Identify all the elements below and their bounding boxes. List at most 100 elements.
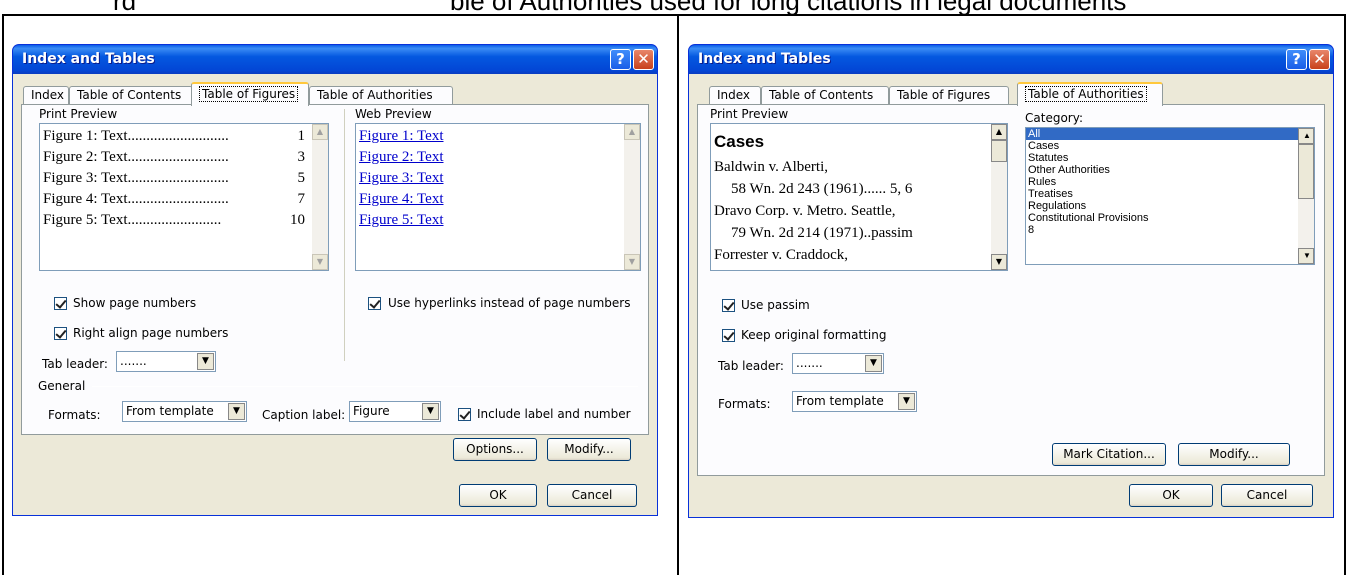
- use-passim-checkbox[interactable]: [722, 299, 735, 312]
- keep-formatting-checkbox[interactable]: [722, 329, 735, 342]
- close-button[interactable]: ✕: [1309, 49, 1330, 70]
- help-button[interactable]: ?: [1286, 49, 1307, 70]
- include-label-label: Include label and number: [477, 407, 631, 421]
- category-item[interactable]: Regulations: [1026, 200, 1314, 212]
- tab-leader-select[interactable]: ....... ▼: [116, 351, 216, 372]
- scroll-up-icon[interactable]: ▲: [624, 124, 640, 140]
- tab-table-of-figures[interactable]: Table of Figures: [889, 86, 1009, 105]
- category-list[interactable]: All Cases Statutes Other Authorities Rul…: [1025, 127, 1315, 265]
- cancel-button[interactable]: Cancel: [1221, 484, 1313, 507]
- tab-index[interactable]: Index: [23, 86, 69, 105]
- scrollbar[interactable]: ▲ ▼: [624, 124, 640, 270]
- general-divider: [92, 386, 638, 387]
- ok-button[interactable]: OK: [459, 484, 537, 507]
- scroll-down-icon[interactable]: ▼: [312, 254, 328, 270]
- tab-table-of-authorities[interactable]: Table of Authorities: [1017, 82, 1163, 106]
- citation-line: Baldwin v. Alberti,: [714, 159, 829, 175]
- modify-button[interactable]: Modify...: [1178, 443, 1290, 466]
- category-item[interactable]: Cases: [1026, 140, 1314, 152]
- category-label: Category:: [1025, 111, 1083, 125]
- formats-label: Formats:: [48, 408, 101, 422]
- category-item[interactable]: Other Authorities: [1026, 164, 1314, 176]
- web-preview-label: Web Preview: [355, 107, 432, 121]
- web-preview-link[interactable]: Figure 1: Text: [359, 128, 444, 144]
- scroll-down-icon[interactable]: ▼: [1298, 248, 1314, 264]
- tab-table-of-figures[interactable]: Table of Figures: [191, 82, 309, 106]
- chevron-down-icon[interactable]: ▼: [422, 403, 439, 420]
- scrollbar[interactable]: ▲ ▼: [312, 124, 328, 270]
- scroll-up-icon[interactable]: ▲: [991, 124, 1007, 140]
- print-preview-box: Cases Baldwin v. Alberti, 58 Wn. 2d 243 …: [710, 123, 1008, 271]
- citation-line: Forrester v. Craddock,: [714, 247, 848, 263]
- options-button[interactable]: Options...: [453, 438, 537, 461]
- scroll-thumb[interactable]: [1298, 144, 1314, 199]
- formats-select[interactable]: From template ▼: [792, 391, 917, 412]
- tab-panel: Print Preview Cases Baldwin v. Alberti, …: [697, 104, 1325, 476]
- print-preview-label: Print Preview: [39, 107, 118, 121]
- dialog-title: Index and Tables: [698, 51, 831, 67]
- mark-citation-button[interactable]: Mark Citation...: [1052, 443, 1166, 466]
- preview-row: Figure 1: Text..........................…: [43, 128, 305, 144]
- right-align-checkbox[interactable]: [54, 327, 67, 340]
- category-item[interactable]: Statutes: [1026, 152, 1314, 164]
- document-page: rd ble of Authorities used for long cita…: [0, 0, 1348, 575]
- scrollbar[interactable]: ▲ ▼: [1298, 128, 1314, 264]
- help-button[interactable]: ?: [610, 49, 631, 70]
- use-hyperlinks-checkbox[interactable]: [368, 297, 381, 310]
- category-item[interactable]: Constitutional Provisions: [1026, 212, 1314, 224]
- category-item[interactable]: Rules: [1026, 176, 1314, 188]
- right-align-label: Right align page numbers: [73, 326, 229, 340]
- chevron-down-icon[interactable]: ▼: [228, 403, 245, 420]
- preview-row: Figure 2: Text..........................…: [43, 149, 305, 165]
- tab-panel: Print Preview Figure 1: Text............…: [21, 104, 649, 435]
- tab-leader-label: Tab leader:: [718, 359, 784, 373]
- formats-select[interactable]: From template ▼: [122, 401, 247, 422]
- category-item[interactable]: All: [1026, 128, 1314, 140]
- chevron-down-icon[interactable]: ▼: [898, 393, 915, 410]
- title-bar[interactable]: Index and Tables ? ✕: [688, 44, 1334, 74]
- web-preview-list: Figure 1: Text Figure 2: Text Figure 3: …: [359, 126, 444, 231]
- cancel-button[interactable]: Cancel: [547, 484, 637, 507]
- web-preview-link[interactable]: Figure 5: Text: [359, 212, 444, 228]
- show-page-numbers-label: Show page numbers: [73, 296, 197, 310]
- scroll-down-icon[interactable]: ▼: [624, 254, 640, 270]
- preview-citations: Baldwin v. Alberti, 58 Wn. 2d 243 (1961)…: [714, 156, 913, 266]
- tab-table-of-contents[interactable]: Table of Contents: [69, 86, 193, 105]
- scroll-up-icon[interactable]: ▲: [312, 124, 328, 140]
- preview-row: Figure 4: Text..........................…: [43, 191, 305, 207]
- print-preview-label: Print Preview: [710, 107, 789, 121]
- column-divider: [344, 109, 345, 361]
- web-preview-link[interactable]: Figure 3: Text: [359, 170, 444, 186]
- preview-row: Figure 5: Text......................... 1…: [43, 212, 305, 228]
- chevron-down-icon[interactable]: ▼: [197, 353, 214, 370]
- citation-line: 58 Wn. 2d 243 (1961)...... 5, 6: [731, 181, 913, 197]
- close-button[interactable]: ✕: [633, 49, 654, 70]
- include-label-checkbox[interactable]: [458, 408, 471, 421]
- scroll-thumb[interactable]: [991, 140, 1007, 162]
- tab-index[interactable]: Index: [709, 86, 761, 105]
- print-preview-list: Figure 1: Text..........................…: [43, 126, 305, 231]
- ok-button[interactable]: OK: [1129, 484, 1213, 507]
- scrollbar[interactable]: ▲ ▼: [991, 124, 1007, 270]
- citation-line: Dravo Corp. v. Metro. Seattle,: [714, 203, 896, 219]
- category-item[interactable]: Treatises: [1026, 188, 1314, 200]
- category-item[interactable]: 8: [1026, 224, 1314, 236]
- chevron-down-icon[interactable]: ▼: [865, 355, 882, 372]
- use-hyperlinks-label: Use hyperlinks instead of page numbers: [388, 296, 631, 310]
- scroll-up-icon[interactable]: ▲: [1298, 128, 1314, 144]
- citation-line: 79 Wn. 2d 214 (1971)..passim: [731, 225, 913, 241]
- tab-table-of-contents[interactable]: Table of Contents: [761, 86, 889, 105]
- modify-button[interactable]: Modify...: [547, 438, 631, 461]
- show-page-numbers-checkbox[interactable]: [54, 297, 67, 310]
- scroll-down-icon[interactable]: ▼: [991, 254, 1007, 270]
- web-preview-box: Figure 1: Text Figure 2: Text Figure 3: …: [355, 123, 641, 271]
- use-passim-label: Use passim: [741, 298, 810, 312]
- web-preview-link[interactable]: Figure 4: Text: [359, 191, 444, 207]
- tab-table-of-authorities[interactable]: Table of Authorities: [309, 86, 453, 105]
- print-preview-box: Figure 1: Text..........................…: [39, 123, 329, 271]
- tab-leader-select[interactable]: ....... ▼: [792, 353, 884, 374]
- caption-label-select[interactable]: Figure ▼: [349, 401, 441, 422]
- web-preview-link[interactable]: Figure 2: Text: [359, 149, 444, 165]
- title-bar[interactable]: Index and Tables ? ✕: [12, 44, 658, 74]
- dialog-title: Index and Tables: [22, 51, 155, 67]
